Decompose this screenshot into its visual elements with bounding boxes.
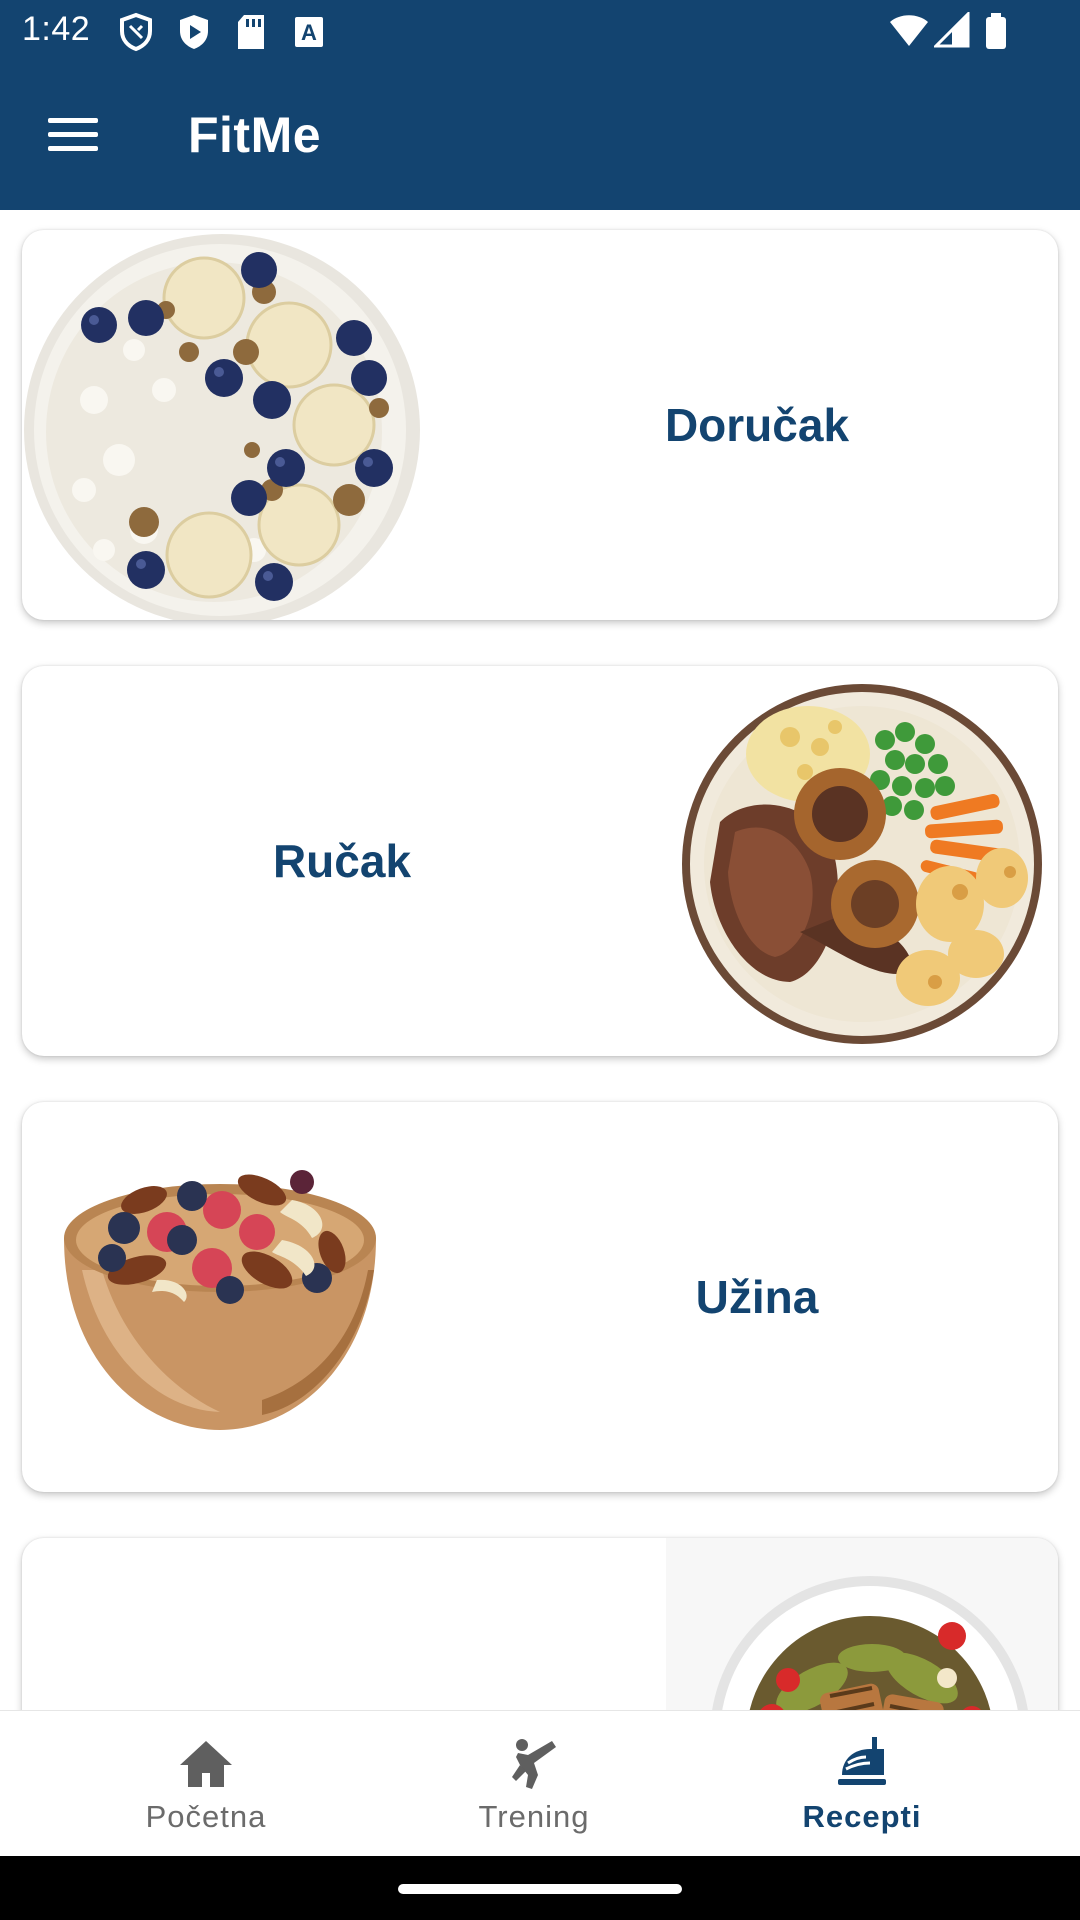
home-icon xyxy=(180,1741,232,1787)
signal-icon xyxy=(934,12,970,48)
roast-dinner-plate-image xyxy=(682,684,1042,1044)
home-gesture-handle[interactable] xyxy=(398,1884,682,1894)
category-card-breakfast[interactable]: Doručak xyxy=(22,230,1058,620)
category-card-snack[interactable]: Užina xyxy=(22,1102,1058,1492)
wifi-icon xyxy=(890,15,928,46)
category-title xyxy=(22,1538,662,1710)
play-shield-icon xyxy=(180,15,208,49)
salad-plate-image xyxy=(712,1576,1028,1710)
nav-item-recipes[interactable]: Recepti xyxy=(712,1711,1012,1857)
nav-label-home: Početna xyxy=(145,1799,267,1834)
status-bar: 1:42 A xyxy=(0,0,1080,64)
hamburger-menu-icon[interactable] xyxy=(30,102,116,166)
shield-icon xyxy=(120,12,152,52)
text-a-icon: A xyxy=(295,17,323,47)
nav-item-home[interactable]: Početna xyxy=(56,1711,356,1857)
nav-label-training: Trening xyxy=(478,1799,590,1834)
category-title: Ručak xyxy=(272,835,412,887)
food-dish-icon xyxy=(838,1737,886,1785)
category-title: Užina xyxy=(695,1271,819,1323)
app-title: FitMe xyxy=(188,107,322,163)
battery-icon xyxy=(986,13,1006,49)
category-title: Doručak xyxy=(664,399,850,451)
nav-label-recipes: Recepti xyxy=(802,1799,922,1834)
status-time: 1:42 xyxy=(22,10,91,48)
category-card-lunch[interactable]: Ručak xyxy=(22,666,1058,1056)
recipe-category-list[interactable]: Doručak Ručak Užina xyxy=(0,210,1080,1710)
system-navigation-bar xyxy=(0,1856,1080,1920)
oatmeal-bowl-image xyxy=(24,234,420,620)
nuts-berries-bowl-image xyxy=(64,1170,376,1430)
app-bar: FitMe xyxy=(0,64,1080,210)
nav-item-training[interactable]: Trening xyxy=(384,1711,684,1857)
svg-text:A: A xyxy=(301,20,317,45)
bottom-navigation: Početna Trening Recepti xyxy=(0,1710,1080,1856)
sd-card-icon xyxy=(238,15,264,49)
category-card-dinner[interactable] xyxy=(22,1538,1058,1710)
martial-arts-kick-icon xyxy=(512,1739,556,1789)
